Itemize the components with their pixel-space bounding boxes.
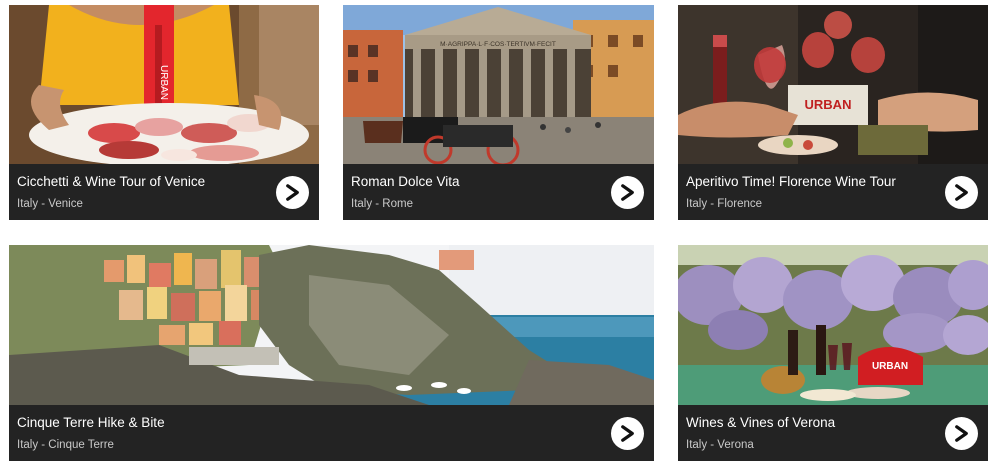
tour-photo-cinque-terre[interactable] (9, 245, 654, 405)
tour-photo-verona[interactable]: URBAN (678, 245, 988, 405)
tour-location: Italy - Verona (686, 439, 754, 451)
tour-photo-venice[interactable]: URBAN (9, 5, 319, 165)
tour-location: Italy - Florence (686, 198, 763, 210)
tour-card-cinque-terre[interactable]: Cinque Terre Hike & Bite Italy - Cinque … (9, 245, 654, 461)
tour-photo-rome[interactable]: M·AGRIPPA·L·F·COS·TERTIVM·FECIT (343, 5, 654, 165)
tour-title[interactable]: Cinque Terre Hike & Bite (17, 415, 654, 431)
chevron-right-circle-icon[interactable] (945, 176, 978, 209)
tour-location: Italy - Cinque Terre (17, 439, 114, 451)
chevron-right-circle-icon[interactable] (945, 417, 978, 450)
tour-card-venice[interactable]: URBAN Cicchetti & Wine Tour of Venice It… (9, 5, 319, 220)
tour-caption: Cinque Terre Hike & Bite Italy - Cinque … (9, 405, 654, 461)
chevron-right-circle-icon[interactable] (611, 417, 644, 450)
chevron-right-circle-icon[interactable] (276, 176, 309, 209)
lanyard-text: URBAN (158, 65, 169, 100)
tour-caption: Cicchetti & Wine Tour of Venice Italy - … (9, 164, 319, 220)
tour-caption: Wines & Vines of Verona Italy - Verona (678, 405, 988, 461)
verona-bag-text: URBAN (872, 361, 908, 372)
tour-card-florence[interactable]: URBAN Aperitivo Time! Florence Wine Tour… (678, 5, 988, 220)
tour-title[interactable]: Aperitivo Time! Florence Wine Tour (686, 174, 988, 190)
tour-location: Italy - Venice (17, 198, 83, 210)
tour-location: Italy - Rome (351, 198, 413, 210)
florence-sign-text: URBAN (805, 97, 852, 112)
pantheon-inscription: M·AGRIPPA·L·F·COS·TERTIVM·FECIT (440, 41, 556, 48)
tour-photo-florence[interactable]: URBAN (678, 5, 988, 165)
tour-card-verona[interactable]: URBAN Wines & Vines of Verona Italy - Ve… (678, 245, 988, 461)
tour-card-rome[interactable]: M·AGRIPPA·L·F·COS·TERTIVM·FECIT Roman Do… (343, 5, 654, 220)
tour-caption: Aperitivo Time! Florence Wine Tour Italy… (678, 164, 988, 220)
tour-title[interactable]: Wines & Vines of Verona (686, 415, 988, 431)
chevron-right-circle-icon[interactable] (611, 176, 644, 209)
tour-caption: Roman Dolce Vita Italy - Rome (343, 164, 654, 220)
tour-title[interactable]: Cicchetti & Wine Tour of Venice (17, 174, 319, 190)
tour-title[interactable]: Roman Dolce Vita (351, 174, 654, 190)
